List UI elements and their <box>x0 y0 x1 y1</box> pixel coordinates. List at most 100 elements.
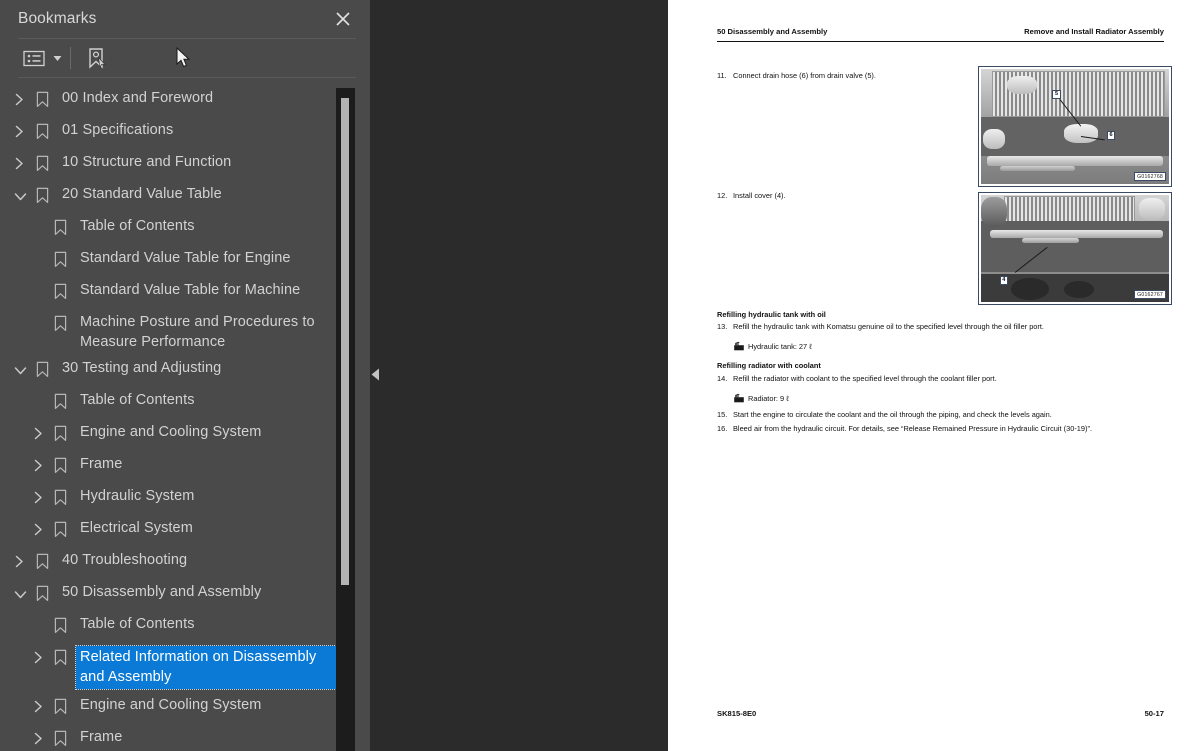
chevron-right-icon[interactable] <box>33 732 47 746</box>
page-header: 50 Disassembly and Assembly Remove and I… <box>717 27 1164 36</box>
bookmark-item[interactable]: 40 Troubleshooting <box>0 544 370 576</box>
bookmark-item-label: Frame <box>80 729 123 745</box>
chevron-down-icon[interactable] <box>14 189 28 203</box>
bookmark-item[interactable]: Table of Contents <box>0 608 370 640</box>
bookmark-item-label: 00 Index and Foreword <box>62 90 214 106</box>
page-header-left: 50 Disassembly and Assembly <box>717 27 828 36</box>
section-heading-radiator: Refilling radiator with coolant <box>717 361 821 370</box>
bookmark-item-label: Engine and Cooling System <box>80 697 262 713</box>
toolbar-divider <box>70 47 71 69</box>
bookmark-item[interactable]: Engine and Cooling System <box>0 416 370 448</box>
chevron-down-icon[interactable] <box>50 44 64 72</box>
panel-gutter <box>370 0 668 751</box>
bookmark-item[interactable]: 00 Index and Foreword <box>0 82 370 114</box>
bookmark-item[interactable]: 10 Structure and Function <box>0 146 370 178</box>
bookmark-item[interactable]: Electrical System <box>0 512 370 544</box>
chevron-right-icon[interactable] <box>33 523 47 537</box>
bookmark-item-label: Engine and Cooling System <box>80 424 262 440</box>
chevron-right-icon[interactable] <box>33 651 47 665</box>
step-13-number: 13. <box>717 322 728 331</box>
figure-2-id: G0162767 <box>1134 290 1166 299</box>
bookmark-item-label: Table of Contents <box>80 616 195 632</box>
page-footer: SK815-8E0 50-17 <box>717 709 1164 718</box>
bookmark-item[interactable]: Engine and Cooling System <box>0 689 370 721</box>
bookmark-icon <box>36 585 49 602</box>
chevron-right-icon[interactable] <box>33 700 47 714</box>
pdf-viewer-window: Bookmarks 00 Index and Foreword 01 Speci… <box>0 0 1200 751</box>
bookmark-item[interactable]: Related Information on Disassembly and A… <box>0 640 370 690</box>
bookmark-item[interactable]: 30 Testing and Adjusting <box>0 352 370 384</box>
bookmark-item-label: Table of Contents <box>80 392 195 408</box>
chevron-right-icon[interactable] <box>33 427 47 441</box>
close-icon[interactable] <box>330 6 356 32</box>
bookmark-item-label: Standard Value Table for Engine <box>80 250 291 266</box>
figure-1: 5 6 G0162768 <box>978 66 1172 187</box>
bookmarks-scrollbar-thumb[interactable] <box>341 98 349 585</box>
bookmarks-scrollbar[interactable] <box>336 88 355 751</box>
bookmark-item[interactable]: Hydraulic System <box>0 480 370 512</box>
bookmark-item[interactable]: Machine Posture and Procedures to Measur… <box>0 306 370 352</box>
step-12-number: 12. <box>717 191 728 200</box>
fill-level-icon <box>733 393 745 404</box>
bookmark-item[interactable]: Frame <box>0 448 370 480</box>
spec-hydraulic-tank: Hydraulic tank: 27 ℓ <box>733 341 812 352</box>
step-15-number: 15. <box>717 410 728 419</box>
figure-2-image: 4 G0162767 <box>981 195 1169 302</box>
step-16-text: Bleed air from the hydraulic circuit. Fo… <box>733 424 1092 433</box>
bookmark-item-label: 30 Testing and Adjusting <box>62 360 222 376</box>
bookmark-icon <box>36 91 49 108</box>
spec-radiator: Radiator: 9 ℓ <box>733 393 789 404</box>
bookmark-icon <box>54 219 67 236</box>
bookmark-item-label: 10 Structure and Function <box>62 154 232 170</box>
bookmark-icon <box>54 251 67 268</box>
step-11-number: 11. <box>717 71 727 80</box>
bookmarks-panel: Bookmarks 00 Index and Foreword 01 Speci… <box>0 0 370 751</box>
bookmark-pointer-icon[interactable] <box>81 44 111 72</box>
bookmark-item-label: Electrical System <box>80 520 193 536</box>
bookmarks-tree[interactable]: 00 Index and Foreword 01 Specifications 10… <box>0 78 370 751</box>
bookmark-item-label: 50 Disassembly and Assembly <box>62 584 262 600</box>
bookmark-item-label: Machine Posture and Procedures to Measur… <box>80 314 315 350</box>
collapse-left-triangle-icon[interactable] <box>368 364 382 384</box>
step-14-number: 14. <box>717 374 728 383</box>
figure-1-id: G0162768 <box>1134 172 1166 181</box>
chevron-right-icon[interactable] <box>14 157 28 171</box>
bookmark-item[interactable]: 50 Disassembly and Assembly <box>0 576 370 608</box>
step-12: 12. Install cover (4). <box>717 191 957 201</box>
spec-radiator-text: Radiator: 9 ℓ <box>748 394 789 403</box>
panel-title: Bookmarks <box>18 10 97 27</box>
step-15: 15. Start the engine to circulate the co… <box>717 410 1164 420</box>
bookmarks-panel-header: Bookmarks <box>0 0 370 38</box>
bookmark-icon <box>54 730 67 747</box>
bookmark-item-label: Table of Contents <box>80 218 195 234</box>
bookmark-item[interactable]: 20 Standard Value Table <box>0 178 370 210</box>
bookmark-item-label: 01 Specifications <box>62 122 174 138</box>
chevron-down-icon[interactable] <box>14 587 28 601</box>
chevron-right-icon[interactable] <box>14 125 28 139</box>
chevron-right-icon[interactable] <box>33 491 47 505</box>
bookmark-icon <box>54 521 67 538</box>
page-footer-left: SK815-8E0 <box>717 709 757 718</box>
bookmark-item[interactable]: Frame <box>0 721 370 751</box>
list-options-icon[interactable] <box>18 44 50 72</box>
bookmark-item[interactable]: 01 Specifications <box>0 114 370 146</box>
bookmark-item[interactable]: Table of Contents <box>0 210 370 242</box>
bookmark-icon <box>36 155 49 172</box>
chevron-right-icon[interactable] <box>33 459 47 473</box>
bookmark-item[interactable]: Standard Value Table for Engine <box>0 242 370 274</box>
chevron-right-icon[interactable] <box>14 555 28 569</box>
bookmark-item[interactable]: Table of Contents <box>0 384 370 416</box>
bookmark-icon <box>36 553 49 570</box>
step-12-text: Install cover (4). <box>733 191 786 200</box>
document-page[interactable]: 50 Disassembly and Assembly Remove and I… <box>668 0 1200 751</box>
bookmark-icon <box>54 457 67 474</box>
figure-2-callout-4: 4 <box>999 276 1008 286</box>
bookmark-icon <box>54 393 67 410</box>
bookmark-item-label: Related Information on Disassembly and A… <box>75 645 343 690</box>
step-13: 13. Refill the hydraulic tank with Komat… <box>717 322 1164 332</box>
chevron-right-icon[interactable] <box>14 93 28 107</box>
chevron-down-icon[interactable] <box>14 363 28 377</box>
bookmark-item[interactable]: Standard Value Table for Machine <box>0 274 370 306</box>
section-heading-hydraulic: Refilling hydraulic tank with oil <box>717 310 826 319</box>
step-15-text: Start the engine to circulate the coolan… <box>733 410 1052 419</box>
